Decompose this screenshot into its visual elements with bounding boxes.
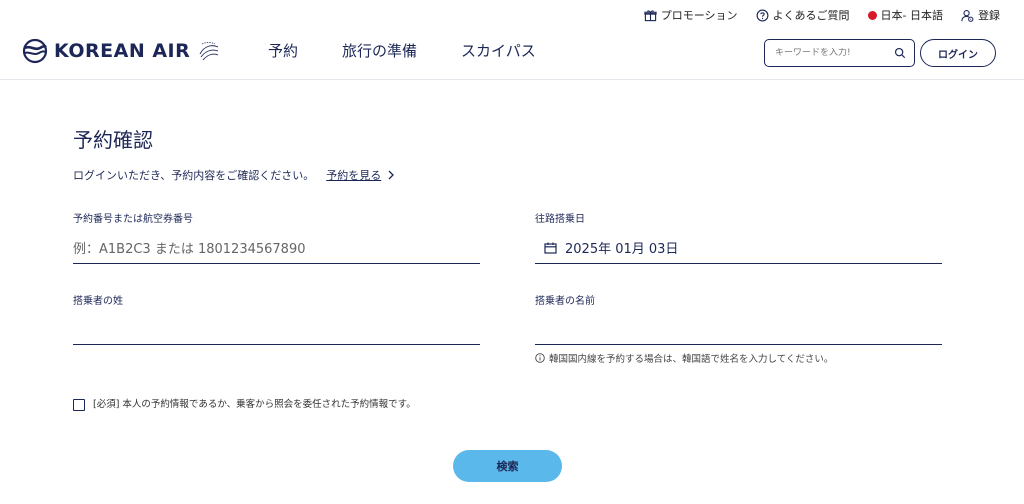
nav-item-booking[interactable]: 予約 <box>268 40 298 61</box>
calendar-icon <box>544 242 557 254</box>
info-icon <box>535 353 545 363</box>
korean-air-logo[interactable]: KOREAN AIR <box>22 38 222 64</box>
last-name-field[interactable]: 搭乗者の姓 <box>73 292 480 348</box>
main-nav: 予約 旅行の準備 スカイパス <box>268 40 536 61</box>
agreement-checkbox[interactable] <box>73 399 85 411</box>
japan-flag-icon <box>867 10 877 20</box>
register-link[interactable]: 登録 <box>961 7 1000 23</box>
main-header: KOREAN AIR 予約 旅行の準備 スカイパス ログイン <box>0 30 1024 80</box>
search-input[interactable] <box>775 48 885 58</box>
skyteam-emblem-icon <box>199 42 219 61</box>
view-booking-link[interactable]: 予約を見る <box>326 167 381 183</box>
name-hint-text: 韓国国内線を予約する場合は、韓国語で姓名を入力してください。 <box>549 354 834 365</box>
search-button[interactable]: 検索 <box>453 450 562 482</box>
login-button[interactable]: ログイン <box>920 39 996 67</box>
agreement-text: [必須] 本人の予約情報であるか、乗客から照会を委任された予約情報です。 <box>93 399 416 410</box>
name-hint: 韓国国内線を予約する場合は、韓国語で姓名を入力してください。 <box>535 351 833 365</box>
departure-date-value-row[interactable]: 2025年 01月 03日 <box>544 238 678 257</box>
promotion-label: プロモーション <box>660 9 738 22</box>
promotion-link[interactable]: プロモーション <box>644 7 738 23</box>
page-title: 予約確認 <box>73 128 153 152</box>
gift-icon <box>644 9 657 21</box>
logo-text: KOREAN AIR <box>54 40 191 62</box>
booking-number-label: 予約番号または航空券番号 <box>73 214 193 225</box>
nav-item-skypass[interactable]: スカイパス <box>461 40 536 61</box>
departure-date-value: 2025年 01月 03日 <box>565 242 679 257</box>
utility-bar: プロモーション よくあるご質問 日本- 日本語 登録 <box>644 0 1000 30</box>
keyword-search <box>764 39 915 67</box>
faq-link[interactable]: よくあるご質問 <box>756 7 850 23</box>
departure-date-field[interactable]: 往路搭乗日 2025年 01月 03日 <box>535 210 942 266</box>
user-add-icon <box>961 9 974 22</box>
intro-row: ログインいただき、予約内容をご確認ください。 予約を見る <box>73 167 395 183</box>
search-icon[interactable] <box>894 47 906 59</box>
booking-number-field[interactable]: 予約番号または航空券番号 例：A1B2C3 または 1801234567890 <box>73 210 480 266</box>
last-name-underline <box>73 344 480 345</box>
taeguk-logo-icon <box>22 38 48 64</box>
first-name-underline <box>535 344 942 345</box>
first-name-field[interactable]: 搭乗者の名前 <box>535 292 942 348</box>
departure-date-underline <box>535 263 942 264</box>
booking-number-underline <box>73 263 480 264</box>
language-selector[interactable]: 日本- 日本語 <box>867 7 943 23</box>
chevron-right-icon[interactable] <box>387 170 395 180</box>
register-label: 登録 <box>978 9 1000 22</box>
last-name-label: 搭乗者の姓 <box>73 296 123 307</box>
first-name-label: 搭乗者の名前 <box>535 296 595 307</box>
nav-item-travel-prep[interactable]: 旅行の準備 <box>342 40 417 61</box>
intro-text: ログインいただき、予約内容をご確認ください。 <box>73 169 315 182</box>
booking-number-placeholder[interactable]: 例：A1B2C3 または 1801234567890 <box>73 238 306 257</box>
agreement-row: [必須] 本人の予約情報であるか、乗客から照会を委任された予約情報です。 <box>73 395 416 411</box>
departure-date-label: 往路搭乗日 <box>535 214 585 225</box>
help-icon <box>756 9 768 21</box>
language-label: 日本- 日本語 <box>880 9 943 22</box>
faq-label: よくあるご質問 <box>772 9 850 22</box>
